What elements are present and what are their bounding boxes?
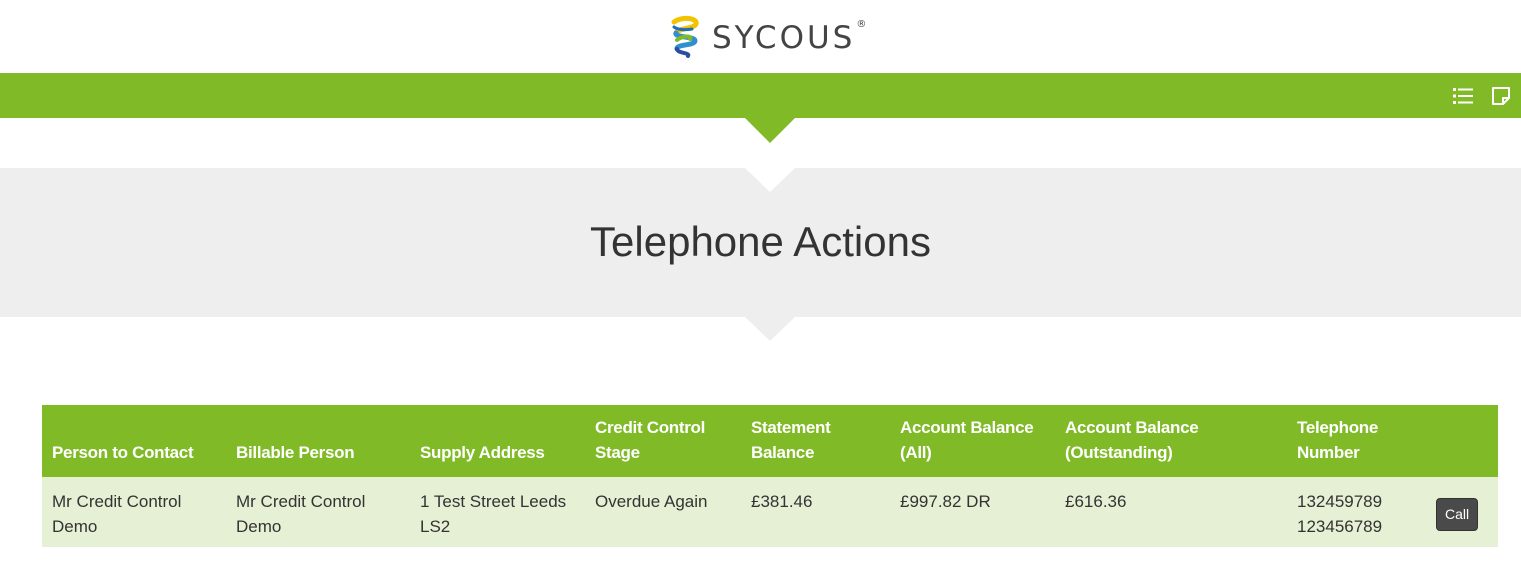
title-band-arrow (745, 317, 795, 341)
cell-account-balance-outstanding: £616.36 (1065, 492, 1127, 511)
sycous-logo-icon (671, 15, 699, 58)
cell-supply-address: 1 Test Street Leeds LS2 (420, 492, 567, 536)
table-row: Mr Credit Control Demo Mr Credit Control… (42, 477, 1498, 547)
call-button[interactable]: Call (1436, 498, 1479, 531)
navbar-arrow (745, 118, 795, 143)
column-header-credit-control-stage: Credit Control Stage (595, 418, 706, 462)
page-title: Telephone Actions (590, 218, 931, 265)
note-icon[interactable] (1490, 85, 1512, 107)
column-header-person-to-contact: Person to Contact (52, 443, 194, 462)
telephone-number-1: 132459789 (1297, 492, 1383, 511)
column-header-statement-balance: Statement Balance (751, 418, 831, 462)
cell-action: Call (1430, 477, 1498, 547)
cell-billable-person: Mr Credit Control Demo (236, 492, 366, 536)
registered-mark: ® (856, 18, 867, 30)
title-band-notch (745, 168, 795, 192)
list-icon[interactable] (1452, 85, 1474, 107)
column-header-billable-person: Billable Person (236, 443, 355, 462)
cell-person-to-contact: Mr Credit Control Demo (52, 492, 182, 536)
sycous-logo[interactable]: SYCOUS ® (668, 14, 866, 60)
column-header-supply-address: Supply Address (420, 443, 545, 462)
telephone-actions-table: Person to Contact Billable Person Supply… (42, 405, 1498, 547)
brand-name: SYCOUS (712, 20, 856, 56)
cell-telephone-number: 132459789 123456789 (1287, 477, 1430, 547)
column-header-action (1430, 405, 1498, 477)
column-header-account-balance-outstanding: Account Balance (Outstanding) (1065, 418, 1199, 462)
column-header-telephone-number: Telephone Number (1297, 418, 1379, 462)
cell-account-balance-all: £997.82 DR (900, 492, 991, 511)
cell-statement-balance: £381.46 (751, 492, 813, 511)
header: SYCOUS ® (0, 0, 1521, 73)
column-header-account-balance-all: Account Balance (All) (900, 418, 1034, 462)
top-navbar (0, 73, 1521, 118)
cell-credit-control-stage: Overdue Again (595, 492, 708, 511)
telephone-number-2: 123456789 (1297, 517, 1383, 536)
table-header-row: Person to Contact Billable Person Supply… (42, 405, 1498, 477)
